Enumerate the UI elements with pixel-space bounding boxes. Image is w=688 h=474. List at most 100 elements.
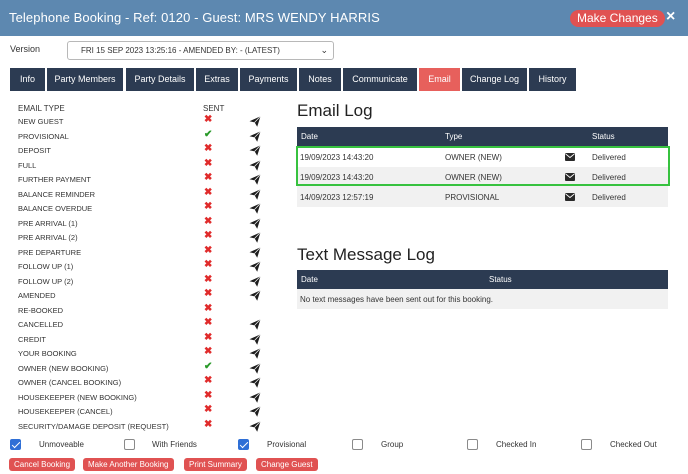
highlight-box bbox=[296, 146, 670, 186]
email-log-date: 14/09/2023 12:57:19 bbox=[300, 193, 374, 202]
paper-plane-icon[interactable] bbox=[249, 420, 261, 432]
unmoveable-checkbox[interactable] bbox=[10, 439, 21, 450]
envelope-icon[interactable] bbox=[565, 193, 575, 201]
paper-plane-icon[interactable] bbox=[249, 275, 261, 287]
version-label: Version bbox=[10, 44, 41, 54]
tab-extras[interactable]: Extras bbox=[196, 68, 238, 91]
email-type-name: AMENDED bbox=[18, 291, 56, 300]
tab-history[interactable]: History bbox=[529, 68, 576, 91]
cancel-booking-button[interactable]: Cancel Booking bbox=[9, 458, 76, 471]
tab-payments[interactable]: Payments bbox=[240, 68, 297, 91]
email-type-row: HOUSEKEEPER (NEW BOOKING) ✖ bbox=[0, 389, 280, 405]
email-type-row: PRE DEPARTURE ✖ bbox=[0, 245, 280, 260]
group-label: Group bbox=[381, 440, 404, 449]
paper-plane-icon[interactable] bbox=[249, 377, 261, 388]
close-icon[interactable]: × bbox=[666, 8, 675, 26]
cross-icon: ✖ bbox=[204, 157, 213, 169]
email-type-name: FULL bbox=[18, 160, 37, 170]
email-type-name: CREDIT bbox=[18, 334, 46, 344]
group-checkbox[interactable] bbox=[352, 439, 363, 450]
cross-icon: ✖ bbox=[204, 302, 213, 314]
cross-icon: ✖ bbox=[204, 143, 213, 154]
email-type-name: PRE DEPARTURE bbox=[18, 247, 82, 257]
check-icon: ✔ bbox=[204, 128, 213, 140]
unmoveable-label: Unmoveable bbox=[39, 440, 84, 449]
tab-email[interactable]: Email bbox=[419, 68, 460, 91]
paper-plane-icon[interactable] bbox=[249, 246, 261, 258]
paper-plane-icon[interactable] bbox=[249, 188, 261, 200]
sent-header: SENT bbox=[203, 104, 225, 113]
text-log-empty-row: No text messages have been sent out for … bbox=[297, 289, 668, 309]
email-type-row: OWNER (CANCEL BOOKING) ✖ bbox=[0, 375, 280, 390]
text-log-header: Date Status bbox=[297, 270, 668, 289]
email-type-row: CREDIT ✖ bbox=[0, 332, 280, 347]
email-log-row[interactable]: 14/09/2023 12:57:19 PROVISIONAL Delivere… bbox=[297, 187, 668, 207]
tab-party-members[interactable]: Party Members bbox=[47, 68, 123, 91]
print-summary-button[interactable]: Print Summary bbox=[184, 458, 247, 471]
cross-icon: ✖ bbox=[204, 273, 213, 285]
cross-icon: ✖ bbox=[204, 418, 213, 430]
provisional-checkbox[interactable] bbox=[238, 439, 249, 450]
paper-plane-icon[interactable] bbox=[249, 130, 261, 142]
text-log-title: Text Message Log bbox=[297, 245, 435, 264]
paper-plane-icon[interactable] bbox=[249, 174, 261, 185]
cross-icon: ✖ bbox=[204, 201, 213, 212]
paper-plane-icon[interactable] bbox=[249, 348, 261, 359]
cross-icon: ✖ bbox=[204, 288, 213, 299]
tab-party-details[interactable]: Party Details bbox=[126, 68, 194, 91]
cross-icon: ✖ bbox=[204, 389, 213, 401]
text-log-empty-message: No text messages have been sent out for … bbox=[300, 295, 494, 304]
version-select[interactable]: FRI 15 SEP 2023 13:25:16 - AMENDED BY: -… bbox=[67, 41, 334, 60]
cross-icon: ✖ bbox=[204, 375, 213, 386]
with-friends-label: With Friends bbox=[152, 440, 197, 449]
text-log-col-status: Status bbox=[489, 275, 512, 284]
window-title: Telephone Booking - Ref: 0120 - Guest: M… bbox=[9, 10, 380, 25]
paper-plane-icon[interactable] bbox=[249, 116, 261, 127]
email-type-name: SECURITY/DAMAGE DEPOSIT (REQUEST) bbox=[18, 421, 169, 431]
paper-plane-icon[interactable] bbox=[249, 319, 261, 330]
email-type-name: BALANCE REMINDER bbox=[18, 189, 96, 199]
chevron-down-icon: ⌄ bbox=[320, 45, 328, 55]
make-changes-button[interactable]: Make Changes bbox=[570, 10, 665, 27]
email-type-row: FULL ✖ bbox=[0, 157, 280, 173]
email-type-row: RE-BOOKED ✖ bbox=[0, 302, 280, 318]
tab-info[interactable]: Info bbox=[10, 68, 45, 91]
paper-plane-icon[interactable] bbox=[249, 362, 261, 374]
email-type-name: FOLLOW UP (1) bbox=[18, 262, 74, 271]
paper-plane-icon[interactable] bbox=[249, 333, 261, 345]
paper-plane-icon[interactable] bbox=[249, 232, 261, 243]
paper-plane-icon[interactable] bbox=[249, 203, 261, 214]
booking-flags: Unmoveable With Friends Provisional Grou… bbox=[0, 439, 688, 453]
email-type-row: FOLLOW UP (2) ✖ bbox=[0, 273, 280, 289]
email-type-name: FOLLOW UP (2) bbox=[18, 276, 74, 286]
cross-icon: ✖ bbox=[204, 186, 213, 198]
cross-icon: ✖ bbox=[204, 404, 213, 415]
email-log-type: PROVISIONAL bbox=[445, 193, 500, 202]
email-type-name: OWNER (NEW BOOKING) bbox=[18, 363, 109, 373]
email-type-row: SECURITY/DAMAGE DEPOSIT (REQUEST) ✖ bbox=[0, 418, 280, 434]
tab-notes[interactable]: Notes bbox=[299, 68, 341, 91]
email-type-row: AMENDED ✖ bbox=[0, 288, 280, 303]
paper-plane-icon[interactable] bbox=[249, 261, 261, 272]
cross-icon: ✖ bbox=[204, 346, 213, 357]
email-type-name: NEW GUEST bbox=[18, 117, 64, 126]
paper-plane-icon[interactable] bbox=[249, 391, 261, 403]
make-another-booking-button[interactable]: Make Another Booking bbox=[83, 458, 174, 471]
email-log-col-status: Status bbox=[592, 132, 615, 141]
with-friends-checkbox[interactable] bbox=[124, 439, 135, 450]
cross-icon: ✖ bbox=[204, 259, 213, 270]
paper-plane-icon[interactable] bbox=[249, 290, 261, 301]
text-log-col-date: Date bbox=[301, 275, 318, 284]
paper-plane-icon[interactable] bbox=[249, 145, 261, 156]
checked-in-checkbox[interactable] bbox=[467, 439, 478, 450]
cross-icon: ✖ bbox=[204, 172, 213, 183]
paper-plane-icon[interactable] bbox=[249, 406, 261, 417]
paper-plane-icon[interactable] bbox=[249, 217, 261, 229]
paper-plane-icon[interactable] bbox=[249, 159, 261, 171]
tab-change-log[interactable]: Change Log bbox=[462, 68, 527, 91]
email-type-name: BALANCE OVERDUE bbox=[18, 204, 93, 213]
change-guest-button[interactable]: Change Guest bbox=[256, 458, 318, 471]
email-type-name: HOUSEKEEPER (CANCEL) bbox=[18, 407, 113, 416]
checked-out-checkbox[interactable] bbox=[581, 439, 592, 450]
tab-communicate[interactable]: Communicate bbox=[343, 68, 417, 91]
